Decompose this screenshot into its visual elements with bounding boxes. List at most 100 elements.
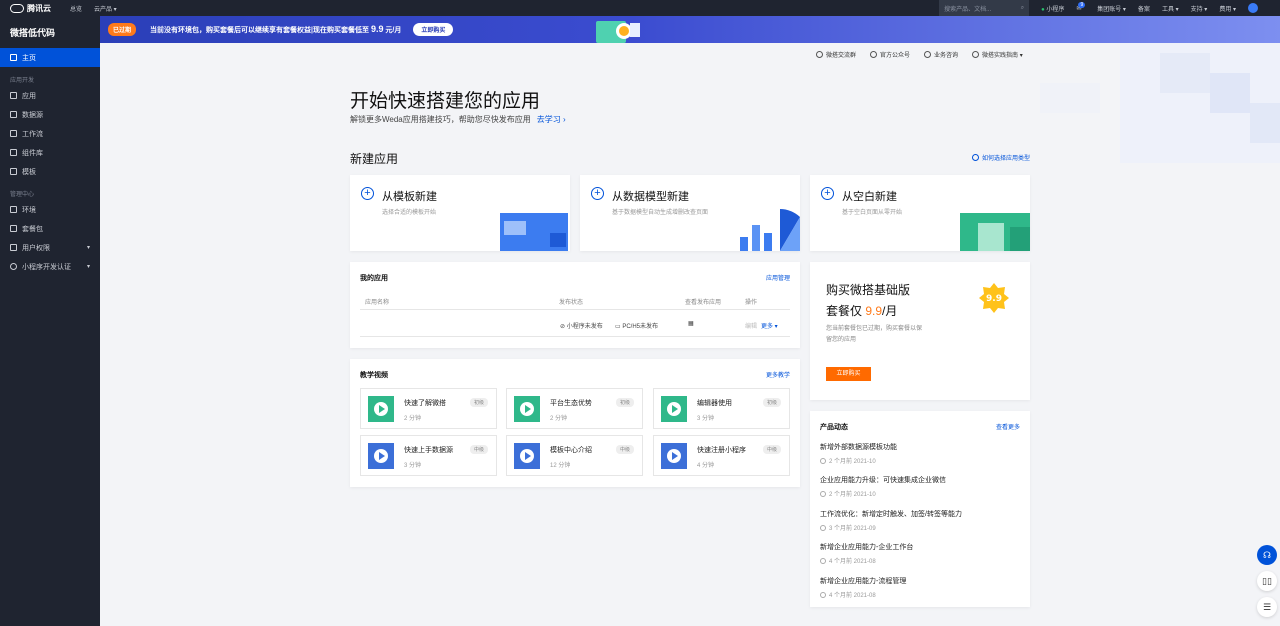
customer-service-icon[interactable]: ☊ <box>1257 545 1277 565</box>
sidebar-item-datasource[interactable]: 数据源 <box>0 105 100 124</box>
apps-table-header: 应用名称 发布状态 查看发布应用 操作 <box>360 295 790 310</box>
news-time: 4 个月前 2021-08 <box>820 590 876 599</box>
nav-products[interactable]: 云产品 ▾ <box>94 4 117 13</box>
clock-icon <box>820 591 826 598</box>
my-apps-title: 我的应用 <box>360 275 388 282</box>
package-icon <box>10 225 17 232</box>
video-card[interactable]: 快速了解微搭 2 分钟 初级 <box>360 388 497 429</box>
video-card[interactable]: 快速注册小程序 4 分钟 中级 <box>653 435 790 476</box>
search-input[interactable]: 搜索产品、文档... ⌕ <box>939 0 1030 16</box>
link-community[interactable]: 微搭交流群 <box>816 50 856 59</box>
brand-name: 腾讯云 <box>27 3 51 13</box>
chat-icon <box>816 51 823 58</box>
nav-overview[interactable]: 总览 <box>70 4 82 13</box>
buy-description: 您当前套餐包已过期，购买套餐以保留您的应用 <box>826 326 923 343</box>
app-type-help-link[interactable]: 如何选择应用类型 <box>972 153 1030 162</box>
buy-package-card: 购买微搭基础版 套餐仅 9.9/月 您当前套餐包已过期，购买套餐以保留您的应用 … <box>810 262 1030 400</box>
help-icon <box>972 154 979 161</box>
video-thumbnail <box>661 443 687 469</box>
search-icon[interactable]: ⌕ <box>1021 5 1024 12</box>
pc-h5-status: ▭ PC/H5未发布 <box>615 324 659 330</box>
list-icon[interactable]: ☰ <box>1257 597 1277 617</box>
create-from-datamodel-card[interactable]: + 从数据模型新建 基于数据模型自动生成增删改查页面 <box>580 175 800 251</box>
video-card[interactable]: 快速上手数据源 3 分钟 中级 <box>360 435 497 476</box>
product-news-card: 产品动态 查看更多 新增外部数据源模板功能 2 个月前 2021-10 企业应用… <box>810 411 1030 607</box>
news-item[interactable]: 新增外部数据源模板功能 <box>820 442 897 452</box>
create-from-template-card[interactable]: + 从模板新建 选择合适的模板开始 <box>350 175 570 251</box>
app-icon <box>10 92 17 99</box>
template-icon <box>10 168 17 175</box>
buy-title: 购买微搭基础版 套餐仅 9.9/月 <box>826 283 911 318</box>
sidebar-item-apps[interactable]: 应用 <box>0 86 100 105</box>
tencent-cloud-logo[interactable]: 腾讯云 <box>0 3 70 14</box>
database-icon <box>10 111 17 118</box>
datamodel-illustration <box>740 209 800 251</box>
create-section-title: 新建应用 <box>350 152 399 166</box>
link-consult[interactable]: 业务咨询 <box>924 50 958 59</box>
miniprogram-icon: ● <box>1041 6 1045 13</box>
buy-now-button[interactable]: 立即购买 <box>826 367 871 381</box>
top-bar: 腾讯云 总览 云产品 ▾ 搜索产品、文档... ⌕ ● 小程序 ✉9 集团账号 … <box>0 0 1280 16</box>
sidebar-item-workflow[interactable]: 工作流 <box>0 124 100 143</box>
video-card[interactable]: 模板中心介绍 12 分钟 中级 <box>506 435 643 476</box>
nav-tools[interactable]: 工具 ▾ <box>1162 4 1179 13</box>
sidebar-item-templates[interactable]: 模板 <box>0 162 100 181</box>
qrcode-icon[interactable]: ▦ <box>688 320 694 327</box>
nav-beian[interactable]: 备案 <box>1138 4 1150 13</box>
video-thumbnail <box>368 396 394 422</box>
videos-title: 教学视频 <box>360 372 388 379</box>
sidebar: 微搭低代码 主页 应用开发 应用 数据源 工作流 组件库 模板 管理中心 环境 … <box>0 16 100 626</box>
plus-icon: + <box>361 187 374 200</box>
wechat-icon <box>870 51 878 58</box>
video-thumbnail <box>661 396 687 422</box>
clock-icon <box>820 457 826 464</box>
miniprogram-status: ⊘ 小程序未发布 <box>560 324 603 330</box>
clock-icon <box>820 557 826 564</box>
sidebar-item-home[interactable]: 主页 <box>0 48 100 67</box>
create-blank-card[interactable]: + 从空白新建 基于空白页面从零开始 <box>810 175 1030 251</box>
nav-billing[interactable]: 费用 ▾ <box>1219 4 1236 13</box>
sidebar-item-miniprogram-auth[interactable]: 小程序开发认证 ▾ <box>0 257 100 276</box>
nav-miniprogram[interactable]: ● 小程序 <box>1041 4 1064 13</box>
news-item[interactable]: 新增企业应用能力-流程管理 <box>820 576 906 586</box>
news-item[interactable]: 企业应用能力升级：可快速集成企业微信 <box>820 475 946 485</box>
mail-badge: 9 <box>1078 1 1086 8</box>
level-badge: 中级 <box>615 445 634 454</box>
link-official-account[interactable]: 官方公众号 <box>870 50 910 59</box>
banner-illustration <box>596 21 640 43</box>
news-time: 3 个月前 2021-09 <box>820 523 876 532</box>
more-tutorials-link[interactable]: 更多教学 <box>766 370 790 379</box>
avatar[interactable] <box>1248 3 1258 13</box>
view-more-link[interactable]: 查看更多 <box>996 422 1020 431</box>
sidebar-item-components[interactable]: 组件库 <box>0 143 100 162</box>
level-badge: 中级 <box>469 445 488 454</box>
news-item[interactable]: 工作流优化：新增定时触发、加签/转签等能力 <box>820 509 962 519</box>
learn-link[interactable]: 去学习 › <box>537 115 566 124</box>
more-dropdown[interactable]: 更多 ▾ <box>761 321 778 330</box>
page-title: 开始快速搭建您的应用 <box>350 91 541 112</box>
expired-badge: 已过期 <box>108 23 137 36</box>
link-guide[interactable]: 微搭实践指南 ▾ <box>972 50 1023 59</box>
app-manage-link[interactable]: 应用管理 <box>766 273 790 282</box>
news-title: 产品动态 <box>820 424 848 431</box>
nav-support[interactable]: 支持 ▾ <box>1191 4 1208 13</box>
sidebar-item-permissions[interactable]: 用户权限 ▾ <box>0 238 100 257</box>
video-card[interactable]: 平台生态优势 2 分钟 初级 <box>506 388 643 429</box>
news-time: 2 个月前 2021-10 <box>820 456 876 465</box>
banner-buy-button[interactable]: 立即购买 <box>413 23 454 36</box>
plus-icon: + <box>821 187 834 200</box>
promo-banner: 已过期 当前没有环境包，购买套餐后可以继续享有套餐权益|现在购买套餐低至 9.9… <box>100 16 1280 43</box>
nav-group-account[interactable]: 集团账号 ▾ <box>1097 4 1126 13</box>
sidebar-item-env[interactable]: 环境 <box>0 200 100 219</box>
clock-icon <box>820 490 826 497</box>
tutorial-videos-card: 教学视频 更多教学 快速了解微搭 2 分钟 初级 平台生态优势 2 分钟 初级 … <box>350 359 800 487</box>
user-icon <box>10 244 17 251</box>
book-icon[interactable]: ▯▯ <box>1257 571 1277 591</box>
table-row: ⊘ 小程序未发布 ▭ PC/H5未发布 ▦ 编辑 更多 ▾ <box>360 312 790 337</box>
news-item[interactable]: 新增企业应用能力-企业工作台 <box>820 542 913 552</box>
price-stamp-icon: 9.9 <box>979 283 1009 313</box>
sidebar-item-package[interactable]: 套餐包 <box>0 219 100 238</box>
mail-icon[interactable]: ✉9 <box>1076 1 1086 12</box>
video-card[interactable]: 编辑器使用 3 分钟 初级 <box>653 388 790 429</box>
edit-link[interactable]: 编辑 <box>745 321 757 330</box>
